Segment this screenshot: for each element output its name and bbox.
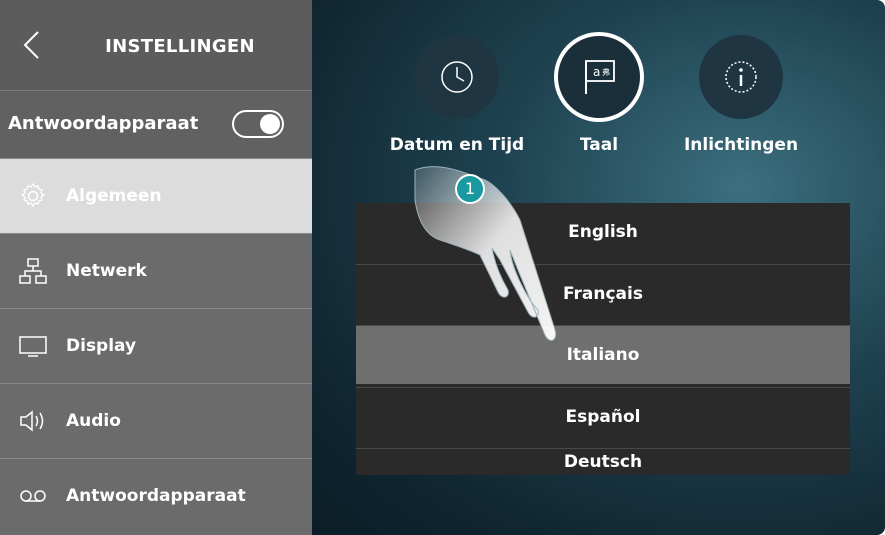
- tab-label-inlichtingen: Inlichtingen: [683, 135, 799, 155]
- sidebar-header: INSTELLINGEN: [0, 0, 312, 90]
- screen: INSTELLINGEN Antwoordapparaat Algemeen N…: [0, 0, 885, 535]
- tab-inlichtingen[interactable]: [699, 35, 783, 119]
- tab-label-datum: Datum en Tijd: [389, 135, 525, 155]
- language-option-italiano[interactable]: Italiano: [356, 325, 850, 384]
- tab-datum-en-tijd[interactable]: [415, 35, 499, 119]
- clock-icon: [441, 61, 473, 93]
- voicemail-icon: [20, 490, 46, 502]
- sidebar-item-display[interactable]: Display: [0, 308, 312, 383]
- toggle-label: Antwoordapparaat: [8, 113, 199, 134]
- sidebar-item-label: Antwoordapparaat: [66, 486, 246, 506]
- gear-icon: [20, 182, 46, 208]
- language-list: English Français Italiano Español Deutsc…: [356, 203, 850, 475]
- tab-taal[interactable]: a 弗: [554, 32, 644, 122]
- info-icon: [725, 61, 757, 93]
- sidebar-item-label: Algemeen: [66, 186, 162, 206]
- language-option-deutsch[interactable]: Deutsch: [356, 448, 850, 475]
- answering-machine-toggle-row: Antwoordapparaat: [0, 90, 312, 159]
- device-frame: INSTELLINGEN Antwoordapparaat Algemeen N…: [0, 0, 885, 535]
- sidebar-item-netwerk[interactable]: Netwerk: [0, 233, 312, 308]
- sidebar-item-antwoordapparaat[interactable]: Antwoordapparaat: [0, 458, 312, 535]
- svg-text:弗: 弗: [602, 67, 610, 77]
- sidebar-item-audio[interactable]: Audio: [0, 383, 312, 458]
- sidebar-item-label: Display: [66, 336, 137, 356]
- svg-text:a: a: [593, 65, 600, 79]
- network-icon: [19, 258, 47, 284]
- sidebar: INSTELLINGEN Antwoordapparaat Algemeen N…: [0, 0, 312, 535]
- back-icon[interactable]: [22, 30, 42, 60]
- language-option-english[interactable]: English: [356, 203, 850, 261]
- language-option-francais[interactable]: Français: [356, 264, 850, 322]
- answering-machine-toggle[interactable]: [232, 110, 284, 138]
- toggle-knob: [260, 114, 280, 134]
- sidebar-item-label: Audio: [66, 411, 121, 431]
- sidebar-item-label: Netwerk: [66, 261, 147, 281]
- tab-label-taal: Taal: [579, 135, 619, 155]
- speaker-icon: [20, 410, 44, 432]
- sidebar-item-algemeen[interactable]: Algemeen: [0, 158, 312, 233]
- page-title: INSTELLINGEN: [105, 36, 255, 57]
- display-icon: [19, 336, 47, 357]
- step-callout-badge: 1: [455, 174, 485, 204]
- language-option-espanol[interactable]: Español: [356, 387, 850, 445]
- main-panel: Datum en Tijd a 弗 Taal Inlichtingen Engl…: [312, 0, 885, 535]
- language-flag-icon: a 弗: [585, 60, 615, 94]
